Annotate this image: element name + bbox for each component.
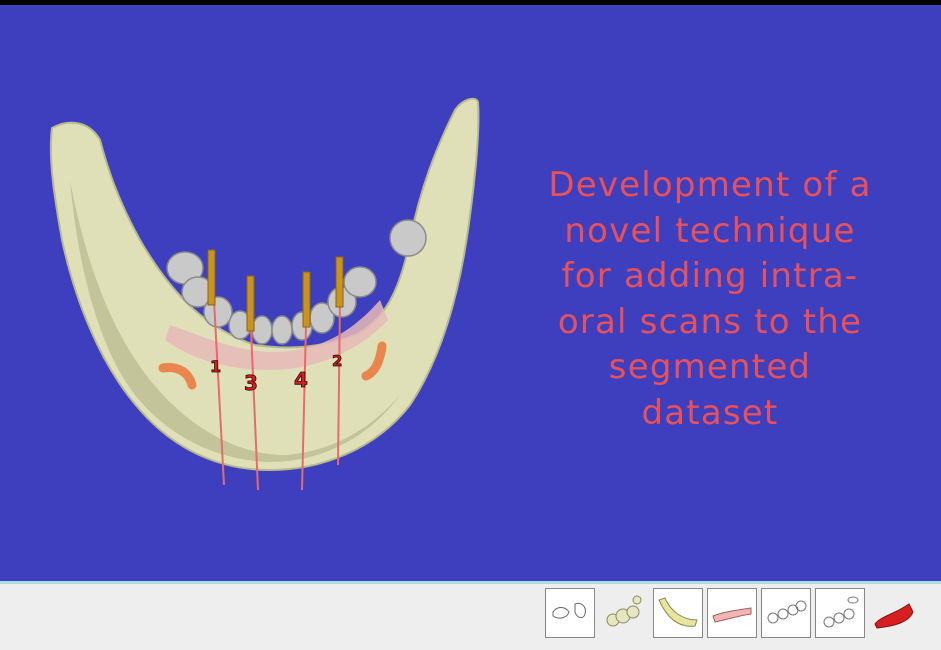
implant-label-4: 4 [294,368,308,392]
mandible-yellow-icon [658,597,698,627]
red-scan-icon [874,603,914,629]
skull-sketch-icon [552,603,586,619]
implant-label-1: 1 [210,357,221,376]
teeth-row-sketch-icon [767,600,807,624]
teeth-implant-sketch-icon [823,596,859,628]
implant-label-2: 2 [332,352,342,370]
mandible-bone [49,97,480,472]
thumbnail-6[interactable] [815,588,865,638]
thumbnail-strip [0,584,941,650]
viewport-caption: Development of a novel technique for add… [548,165,872,433]
thumbnail-5[interactable] [761,588,811,638]
thumbnail-7[interactable] [869,588,919,638]
3d-viewport[interactable]: 1 3 4 2 Development of a novel technique… [0,5,941,581]
mandible-pink-icon [712,607,752,623]
implant-label-3: 3 [244,371,258,395]
thumbnail-3[interactable] [653,588,703,638]
thumbnail-2[interactable] [599,588,649,638]
teeth-cluster-icon [606,595,642,627]
thumbnail-1[interactable] [545,588,595,638]
thumbnail-4[interactable] [707,588,757,638]
